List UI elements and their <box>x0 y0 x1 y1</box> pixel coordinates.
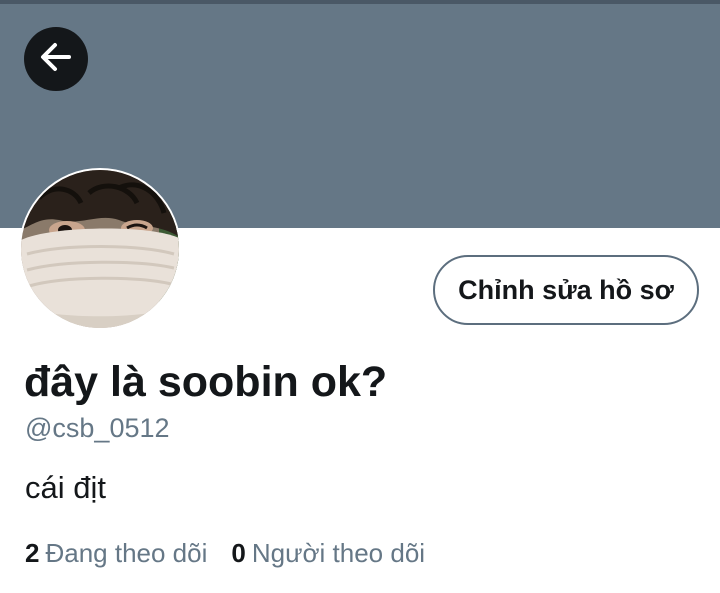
arrow-left-icon <box>39 40 73 79</box>
profile-stats: 2 Đang theo dõi 0 Người theo dõi <box>25 538 449 569</box>
profile-avatar[interactable] <box>19 168 181 330</box>
edit-profile-button[interactable]: Chỉnh sửa hồ sơ <box>433 255 699 325</box>
following-label: Đang theo dõi <box>45 538 208 568</box>
back-button[interactable] <box>24 27 88 91</box>
followers-label: Người theo dõi <box>251 538 426 568</box>
following-stat[interactable]: 2 Đang theo dõi <box>25 538 207 569</box>
following-count: 2 <box>25 538 40 568</box>
edit-profile-label: Chỉnh sửa hồ sơ <box>458 274 674 305</box>
followers-count: 0 <box>231 538 246 568</box>
profile-bio: cái địt <box>25 470 106 505</box>
profile-display-name: đây là soobin ok? <box>24 358 388 406</box>
profile-handle: @csb_0512 <box>25 413 170 443</box>
followers-stat[interactable]: 0 Người theo dõi <box>231 538 425 569</box>
